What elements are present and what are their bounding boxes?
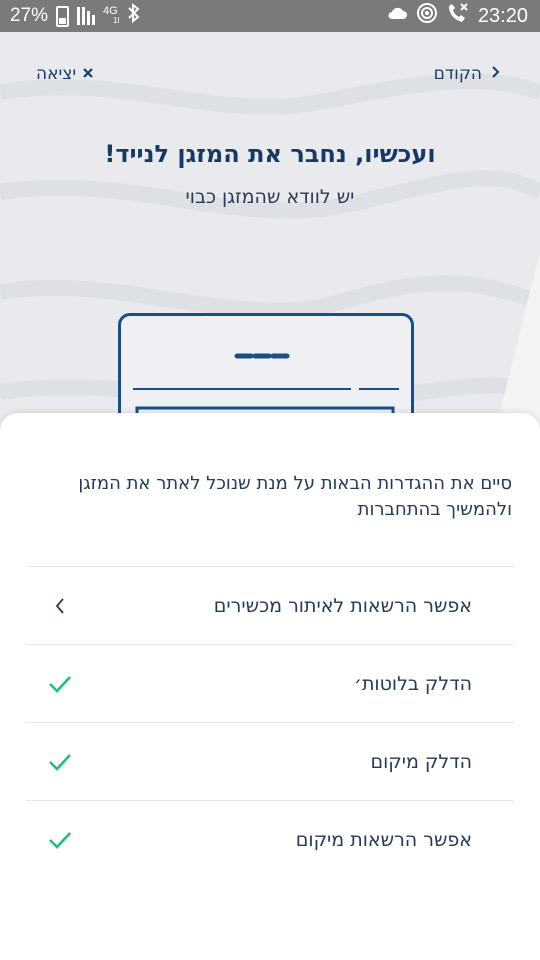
exit-button[interactable]: יציאה <box>36 64 94 84</box>
list-item-device-scan-permission[interactable]: אפשר הרשאות לאיתור מכשירים <box>26 566 514 644</box>
list-item-bluetooth[interactable]: הדלק בלוטות׳ <box>26 644 514 722</box>
page-title: ועכשיו, נחבר את המזגן לנייד! <box>104 140 436 168</box>
list-item-location[interactable]: הדלק מיקום <box>26 722 514 800</box>
battery-percent: 27% <box>10 5 49 26</box>
battery-icon <box>56 5 70 27</box>
permissions-sheet: סיים את ההגדרות הבאות על מנת שנוכל לאתר … <box>0 413 540 960</box>
status-left: 27% 4G 1l <box>0 2 141 29</box>
cloud-icon <box>386 5 408 27</box>
permissions-list: אפשר הרשאות לאיתור מכשירים הדלק בלוטות׳ … <box>26 566 514 878</box>
back-label: הקודם <box>433 64 482 84</box>
list-item-label: הדלק מיקום <box>370 750 472 773</box>
page-subtitle: יש לוודא שהמזגן כבוי <box>185 186 355 208</box>
top-nav: הקודם יציאה <box>0 64 540 88</box>
network-indicator: 4G 1l <box>103 6 119 26</box>
vpn-icon <box>416 2 438 30</box>
network-sub-label: 1l <box>113 16 120 25</box>
back-button[interactable]: הקודם <box>434 64 500 84</box>
screen: 27% 4G 1l 23:20 הקודם יציאה ועכשיו, נחבר… <box>0 0 540 960</box>
network-label: 4G <box>103 5 118 17</box>
check-icon <box>40 675 80 693</box>
status-right: 23:20 <box>386 2 540 30</box>
close-icon <box>82 64 94 84</box>
signal-icon <box>77 7 96 25</box>
status-time: 23:20 <box>477 4 528 27</box>
list-item-location-permission[interactable]: אפשר הרשאות מיקום <box>26 800 514 878</box>
chevron-right-icon <box>490 64 500 84</box>
list-item-label: אפשר הרשאות מיקום <box>295 828 472 851</box>
status-bar: 27% 4G 1l 23:20 <box>0 0 540 32</box>
sheet-intro: סיים את ההגדרות הבאות על מנת שנוכל לאתר … <box>78 473 512 520</box>
list-item-label: הדלק בלוטות׳ <box>354 672 472 695</box>
check-icon <box>40 831 80 849</box>
bluetooth-icon <box>127 2 141 29</box>
check-icon <box>40 753 80 771</box>
list-item-label: אפשר הרשאות לאיתור מכשירים <box>213 594 472 617</box>
missed-call-icon <box>446 2 470 30</box>
chevron-left-icon <box>40 597 80 615</box>
exit-label: יציאה <box>36 64 77 84</box>
